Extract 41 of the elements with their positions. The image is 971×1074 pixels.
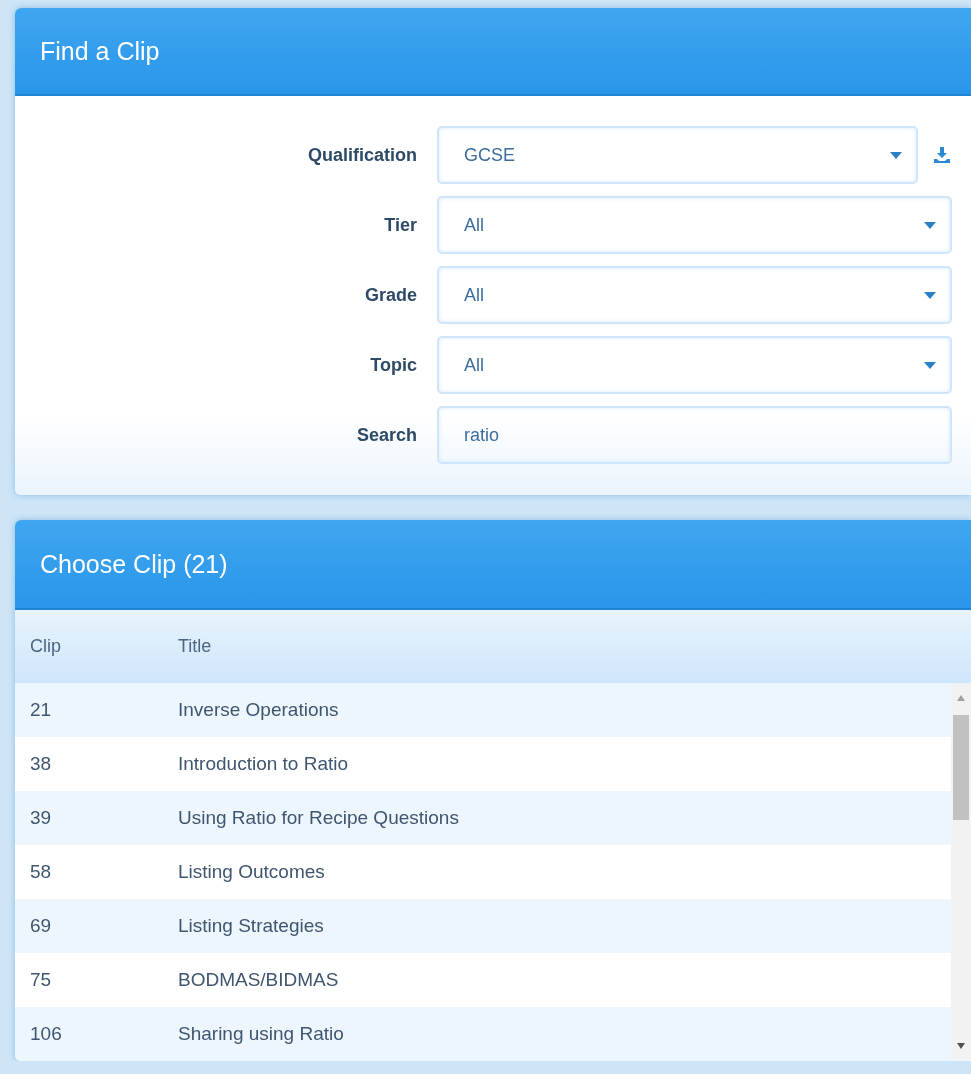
column-header: Clip [30, 636, 62, 657]
dropdown[interactable]: GCSE [437, 126, 918, 184]
scrollbar-thumb[interactable] [953, 715, 969, 820]
dropdown[interactable]: All [437, 336, 952, 394]
table-cell-text: 69 [30, 915, 53, 937]
table-cell-text: Introduction to Ratio [178, 753, 350, 775]
table-row[interactable]: 106 Sharing using Ratio [15, 1007, 951, 1061]
caret-icon [924, 221, 936, 229]
table-cell-text: 58 [30, 861, 53, 883]
caret-icon [924, 291, 936, 299]
table-row[interactable]: 69 Listing Strategies [15, 899, 951, 953]
table-cell-text: 38 [30, 753, 53, 775]
table-row[interactable]: 39 Using Ratio for Recipe Questions [15, 791, 951, 845]
field-label: Search [355, 424, 417, 446]
table-cell-text: Sharing using Ratio [178, 1023, 345, 1045]
dropdown[interactable]: All [437, 196, 952, 254]
download-icon[interactable] [932, 145, 952, 165]
table-cell-text: 21 [30, 699, 53, 721]
field-label: Grade [363, 284, 417, 306]
caret-icon [890, 151, 902, 159]
search-field[interactable]: ratio [437, 406, 952, 464]
field-label: Qualification [307, 144, 417, 166]
field-label: Topic [369, 354, 417, 376]
table-cell-text: BODMAS/BIDMAS [178, 969, 340, 991]
scroll-up-icon[interactable] [957, 695, 965, 701]
panel-title: Find a Clip [40, 36, 160, 66]
table-cell-text: Listing Strategies [178, 915, 325, 937]
table-cell-text: Listing Outcomes [178, 861, 326, 883]
panel-title: Choose Clip (21) [40, 549, 228, 579]
scroll-down-icon[interactable] [957, 1043, 965, 1049]
table-cell-text: 75 [30, 969, 53, 991]
dropdown[interactable]: All [437, 266, 952, 324]
table-cell-text: 39 [30, 807, 53, 829]
table-cell-text: 106 [30, 1023, 63, 1045]
table-cell-text: Using Ratio for Recipe Questions [178, 807, 460, 829]
column-header: Title [178, 636, 213, 657]
table-cell-text: Inverse Operations [178, 699, 340, 721]
scrollbar[interactable] [951, 683, 971, 1061]
field-label: Tier [383, 214, 417, 236]
caret-icon [924, 361, 936, 369]
table-row[interactable]: 21 Inverse Operations [15, 683, 951, 737]
